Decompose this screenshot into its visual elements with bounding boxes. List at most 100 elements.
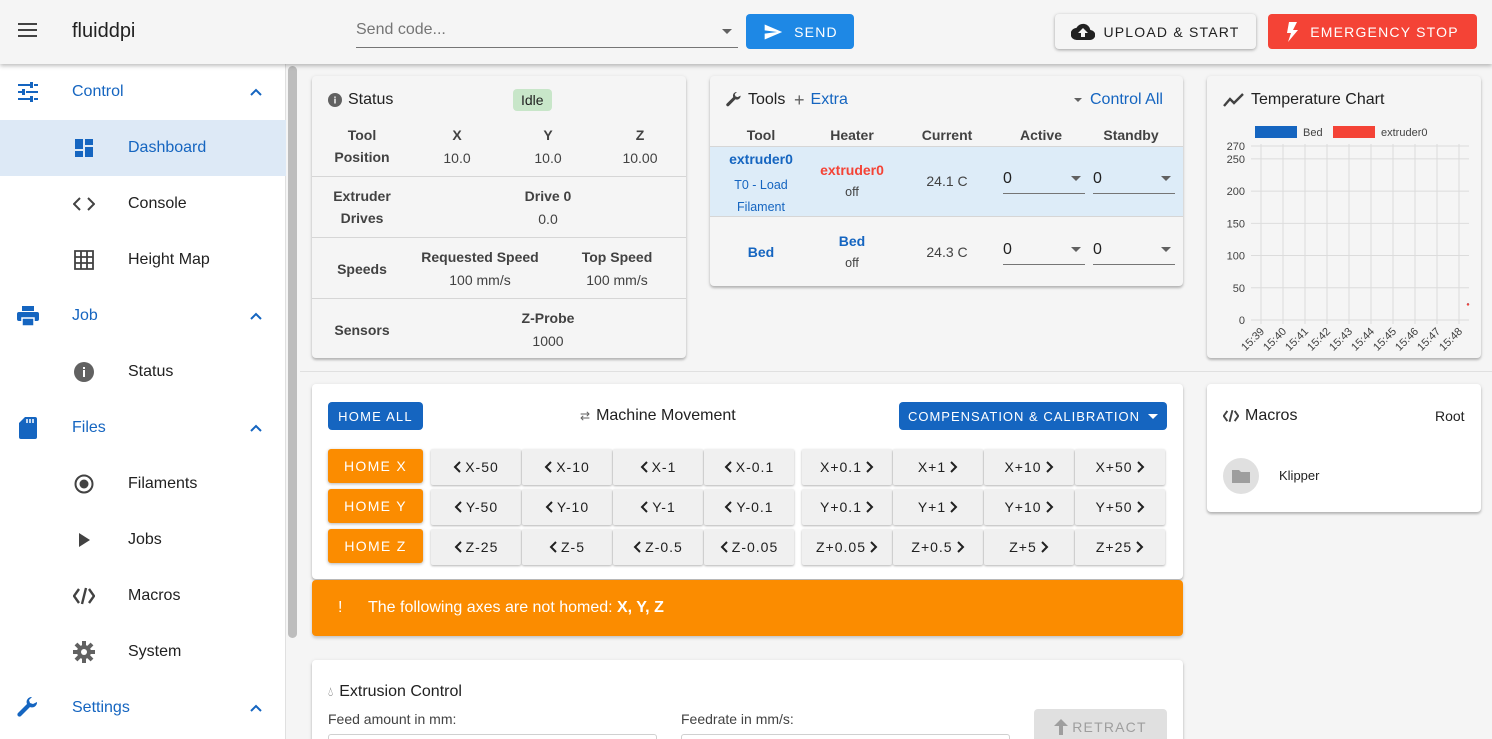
- x-tick-label: 15:40: [1261, 326, 1289, 354]
- chevron-up-icon[interactable]: [248, 308, 264, 324]
- sidebar-scrollbar[interactable]: [288, 66, 297, 638]
- sidebar-item-settings[interactable]: Settings: [0, 680, 286, 736]
- home-y-button[interactable]: HOME Y: [328, 489, 423, 523]
- sidebar-item-jobs[interactable]: Jobs: [0, 512, 286, 568]
- jog-x-neg-button[interactable]: X-1: [613, 449, 703, 485]
- jog-y-neg-button[interactable]: Y-10: [522, 489, 612, 525]
- tool-name[interactable]: extruder0: [716, 151, 806, 167]
- jog-y-neg-button[interactable]: Y-0.1: [704, 489, 794, 525]
- axis-z-label: Z: [635, 127, 645, 143]
- standby-temp-select[interactable]: 0: [1093, 164, 1175, 194]
- jog-y-pos-button[interactable]: Y+10: [984, 489, 1074, 525]
- extrusion-title: 💧︎ Extrusion Control: [328, 683, 462, 701]
- jog-z-neg-button[interactable]: Z-0.05: [704, 529, 794, 565]
- sidebar-item-control[interactable]: Control: [0, 64, 286, 120]
- send-code-input[interactable]: [356, 14, 706, 46]
- radio-icon: [72, 472, 96, 496]
- heater-name[interactable]: extruder0: [812, 162, 892, 178]
- status-title: Status: [328, 91, 393, 109]
- extra-button[interactable]: + Extra: [794, 91, 848, 109]
- drive-0-label: Drive 0: [524, 188, 572, 204]
- sidebar-item-status[interactable]: Status: [0, 344, 286, 400]
- jog-x-pos-button[interactable]: X+0.1: [802, 449, 892, 485]
- jog-z-pos-button[interactable]: Z+5: [984, 529, 1074, 565]
- jog-z-neg-button[interactable]: Z-0.5: [613, 529, 703, 565]
- extruder-label: Extruder: [333, 188, 391, 204]
- jog-x-neg-button[interactable]: X-50: [431, 449, 521, 485]
- retract-button[interactable]: RETRACT: [1034, 709, 1167, 739]
- sidebar-item-dashboard[interactable]: Dashboard: [0, 120, 286, 176]
- feed-amount-toggle-group[interactable]: [328, 734, 657, 739]
- jog-x-pos-button[interactable]: X+1: [893, 449, 983, 485]
- sidebar-label: Status: [128, 363, 174, 380]
- tool-name[interactable]: Bed: [716, 244, 806, 260]
- menu-icon[interactable]: [18, 22, 38, 38]
- jog-y-neg-button[interactable]: Y-50: [431, 489, 521, 525]
- position-x: 10.0: [443, 150, 471, 166]
- jog-z-pos-button[interactable]: Z+25: [1075, 529, 1165, 565]
- jog-y-pos-button[interactable]: Y+0.1: [802, 489, 892, 525]
- home-all-button[interactable]: HOME ALL: [328, 402, 423, 430]
- macros-root-label[interactable]: Root: [1435, 408, 1465, 424]
- sidebar-item-job[interactable]: Job: [0, 288, 286, 344]
- macro-folder-klipper[interactable]: Klipper: [1223, 458, 1465, 494]
- chevron-down-icon[interactable]: [722, 29, 732, 34]
- play-icon: [72, 528, 96, 552]
- sidebar-item-macros[interactable]: Macros: [0, 568, 286, 624]
- heater-name[interactable]: Bed: [812, 233, 892, 249]
- extrusion-control-card: 💧︎ Extrusion Control Feed amount in mm: …: [312, 660, 1183, 739]
- active-temp-select[interactable]: 0: [1003, 235, 1085, 265]
- standby-temp-select[interactable]: 0: [1093, 235, 1175, 265]
- divider: [312, 176, 686, 177]
- sidebar-item-system[interactable]: System: [0, 624, 286, 680]
- emergency-stop-button[interactable]: EMERGENCY STOP: [1268, 14, 1477, 49]
- heater-state: off: [845, 185, 859, 199]
- chevron-left-icon: [724, 461, 732, 473]
- jog-z-neg-button[interactable]: Z-5: [522, 529, 612, 565]
- home-x-button[interactable]: HOME X: [328, 449, 423, 483]
- compensation-calibration-button[interactable]: COMPENSATION & CALIBRATION: [899, 402, 1167, 430]
- temperature-chart-card: Temperature Chart Bed extruder0 270 250 200 1…: [1207, 76, 1481, 358]
- send-code-field[interactable]: [356, 14, 738, 48]
- chevron-down-icon: [1161, 176, 1171, 181]
- x-tick-label: 15:39: [1239, 326, 1267, 354]
- jog-label: Y-10: [556, 499, 590, 515]
- chevron-up-icon[interactable]: [248, 700, 264, 716]
- jog-label: Y+10: [1004, 499, 1042, 515]
- sidebar-label: Filaments: [128, 475, 198, 492]
- temperature-chart: Bed extruder0 270250 200 150 100 50 015:3915:40…: [1227, 126, 1470, 354]
- chevron-up-icon[interactable]: [248, 420, 264, 436]
- jog-y-neg-button[interactable]: Y-1: [613, 489, 703, 525]
- jog-label: X+50: [1095, 459, 1133, 475]
- jog-x-pos-button[interactable]: X+10: [984, 449, 1074, 485]
- feedrate-toggle-group[interactable]: [681, 734, 1010, 739]
- jog-y-pos-button[interactable]: Y+1: [893, 489, 983, 525]
- wrench-icon: [726, 92, 741, 107]
- chevron-up-icon[interactable]: [248, 84, 264, 100]
- jog-y-pos-button[interactable]: Y+50: [1075, 489, 1165, 525]
- sidebar-item-filaments[interactable]: Filaments: [0, 456, 286, 512]
- active-temp-select[interactable]: 0: [1003, 164, 1085, 194]
- load-link-text: T0 - Load: [734, 178, 788, 192]
- load-filament-link[interactable]: T0 - Load Filament: [716, 174, 806, 218]
- jog-label: X-0.1: [735, 459, 775, 475]
- jog-z-pos-button[interactable]: Z+0.5: [893, 529, 983, 565]
- jog-label: Z+0.5: [911, 539, 953, 555]
- sidebar-item-height-map[interactable]: Height Map: [0, 232, 286, 288]
- jog-x-neg-button[interactable]: X-0.1: [704, 449, 794, 485]
- jog-label: Z-25: [465, 539, 499, 555]
- control-all-button[interactable]: Control All: [1074, 91, 1163, 109]
- jog-x-neg-button[interactable]: X-10: [522, 449, 612, 485]
- upload-start-button[interactable]: UPLOAD & START: [1055, 14, 1256, 49]
- jog-z-pos-button[interactable]: Z+0.05: [802, 529, 892, 565]
- jog-label: Y-1: [652, 499, 676, 515]
- dashboard-icon: [72, 136, 96, 160]
- jog-z-neg-button[interactable]: Z-25: [431, 529, 521, 565]
- sidebar-item-console[interactable]: Console: [0, 176, 286, 232]
- jog-label: X+0.1: [820, 459, 862, 475]
- sidebar-item-files[interactable]: Files: [0, 400, 286, 456]
- folder-icon: [1223, 458, 1259, 494]
- jog-x-pos-button[interactable]: X+50: [1075, 449, 1165, 485]
- home-z-button[interactable]: HOME Z: [328, 529, 423, 563]
- send-button[interactable]: SEND: [746, 14, 854, 49]
